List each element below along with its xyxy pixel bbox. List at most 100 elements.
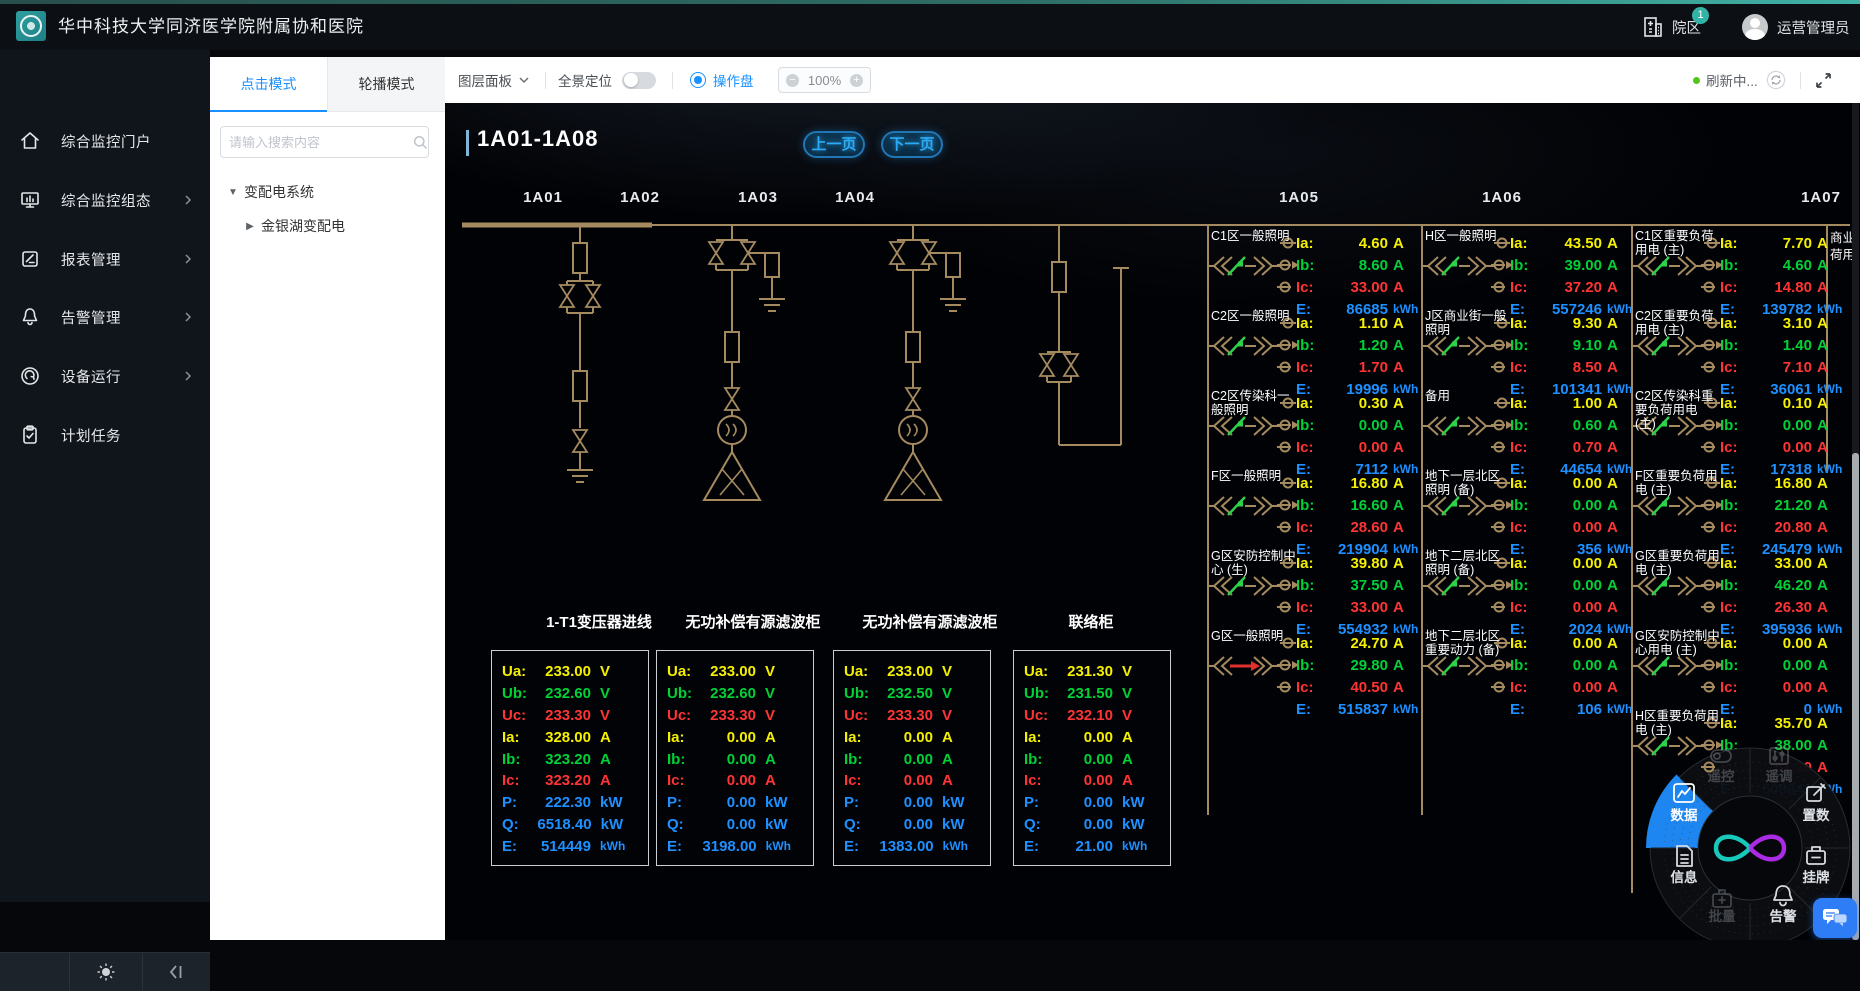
energy-reading: E:515837kWh — [1296, 698, 1420, 720]
phase-c-current: Ic:0.00A — [1720, 436, 1844, 458]
refresh-icon[interactable] — [1766, 70, 1786, 90]
feeder-row-1A06-1: H区一般照明 Ia:43.50A Ib:39.00A Ic:37.20A E:5… — [1422, 228, 1636, 308]
panorama-locate-control: 全景定位 — [558, 57, 656, 103]
next-page-button[interactable]: 下一页 — [881, 131, 943, 158]
chat-button[interactable] — [1813, 898, 1857, 938]
feeder-label: 地下二层北区重要动力 (备) — [1425, 629, 1511, 657]
fullscreen-button[interactable] — [1814, 57, 1833, 103]
prev-page-button[interactable]: 上一页 — [803, 131, 865, 158]
layer-panel-label: 图层面板 — [458, 70, 512, 90]
measurement-row: P:0.00kW — [1024, 792, 1160, 814]
measurement-row: Q:0.00kW — [667, 814, 803, 836]
caret-down-icon[interactable]: ▼ — [226, 187, 240, 198]
phase-a-current: Ia:16.80A — [1296, 472, 1420, 494]
sidebar-item-6[interactable]: 计划任务 — [0, 415, 210, 455]
feeder-readings: Ia:1.10A Ib:1.20A Ic:1.70A E:19996kWh — [1296, 312, 1420, 400]
sidebar-item-3[interactable]: 报表管理 — [0, 239, 210, 279]
measurement-row: Uc:232.10V — [1024, 705, 1160, 727]
operation-disc-control: 操作盘 — [690, 57, 754, 103]
scene-toolbar: 图层面板 全景定位 操作盘 − 100% + 刷新中... — [445, 57, 1860, 104]
cabinet-measurement-panel: Ua:233.00V Ub:232.60V Uc:233.30V Ia:328.… — [491, 650, 649, 866]
section-header-1A04: 1A04 — [835, 189, 875, 206]
measurement-row: Ic:323.20A — [502, 770, 638, 792]
phase-a-current: Ia:4.60A — [1296, 232, 1420, 254]
sidebar-item-2[interactable]: 综合监控组态 — [0, 180, 210, 220]
feeder-label: G区一般照明 — [1211, 629, 1297, 643]
chevron-right-icon — [182, 194, 194, 206]
feeder-readings: Ia:43.50A Ib:39.00A Ic:37.20A E:557246kW… — [1510, 232, 1634, 320]
phase-c-current: Ic:20.80A — [1720, 516, 1844, 538]
measurement-row: Ua:233.00V — [844, 661, 980, 683]
panorama-toggle[interactable] — [622, 72, 656, 89]
measurement-row: Ua:233.00V — [667, 661, 803, 683]
layer-panel-dropdown[interactable]: 图层面板 — [458, 57, 530, 103]
phase-c-current: Ic:0.00A — [1720, 676, 1844, 698]
sidebar-item-4[interactable]: 告警管理 — [0, 297, 210, 337]
measurement-row: Ua:233.00V — [502, 661, 638, 683]
sidebar-item-label: 设备运行 — [61, 366, 121, 387]
tree-node-label: 金银湖变配电 — [261, 216, 345, 236]
feeder-row-1A05-5: G区安防控制中心 (生) Ia:39.80A Ib:37.50A Ic:33.0… — [1208, 548, 1422, 628]
phase-b-current: Ib:1.20A — [1296, 334, 1420, 356]
feeder-label: J区商业街一般照明 — [1425, 309, 1511, 337]
phase-b-current: Ib:37.50A — [1296, 574, 1420, 596]
feeder-label: H区重要负荷用电 (主) — [1635, 709, 1721, 737]
phase-b-current: Ib:9.10A — [1510, 334, 1634, 356]
feeder-label: G区安防控制中心用电 (主) — [1635, 629, 1721, 657]
energy-reading: E:106kWh — [1510, 698, 1634, 720]
tab-carousel-mode[interactable]: 轮播模式 — [327, 57, 445, 112]
feeder-readings: Ia:3.10A Ib:1.40A Ic:7.10A E:36061kWh — [1720, 312, 1844, 400]
cabinet-measurement-panel: Ua:233.00V Ub:232.50V Uc:233.30V Ia:0.00… — [833, 650, 991, 866]
tree-node-2[interactable]: ▶ 金银湖变配电 — [210, 209, 445, 243]
measurement-row: Ic:0.00A — [667, 770, 803, 792]
panorama-label: 全景定位 — [558, 70, 612, 90]
feeder-row-1A07-6: G区安防控制中心用电 (主) Ia:0.00A Ib:0.00A Ic:0.00… — [1632, 628, 1846, 708]
measurement-row: Ib:0.00A — [1024, 748, 1160, 770]
feeder-row-1A07-2: C2区重要负荷用电 (主) Ia:3.10A Ib:1.40A Ic:7.10A… — [1632, 308, 1846, 388]
sidebar-item-1[interactable]: 综合监控门户 — [0, 121, 210, 161]
measurement-row: Ia:0.00A — [844, 726, 980, 748]
theme-toggle-button[interactable] — [70, 953, 142, 991]
app-title: 华中科技大学同济医学院附属协和医院 — [58, 4, 364, 50]
cabinet-measurement-panel: Ua:233.00V Ub:232.60V Uc:233.30V Ia:0.00… — [656, 650, 814, 866]
feeder-label: 地下二层北区照明 (备) — [1425, 549, 1511, 577]
phase-b-current: Ib:46.20A — [1720, 574, 1844, 596]
collapse-sidebar-button[interactable] — [143, 953, 210, 991]
phase-b-current: Ib:0.00A — [1510, 574, 1634, 596]
tree-node-1[interactable]: ▼ 变配电系统 — [210, 175, 445, 209]
cabinet-name: 1-T1变压器进线 — [546, 611, 652, 632]
tab-click-mode[interactable]: 点击模式 — [210, 57, 327, 112]
collapse-left-icon — [167, 964, 185, 980]
measurement-row: Q:0.00kW — [844, 814, 980, 836]
toolbar-divider — [672, 72, 673, 89]
measurement-row: Uc:233.30V — [667, 705, 803, 727]
search-input[interactable] — [221, 135, 413, 150]
feeder-readings: Ia:0.00A Ib:0.00A Ic:0.00A E:2024kWh — [1510, 552, 1634, 640]
zoom-out-button[interactable]: − — [786, 74, 799, 87]
measurement-row: E:1383.00kWh — [844, 835, 980, 857]
measurement-row: Ib:0.00A — [667, 748, 803, 770]
caret-right-icon[interactable]: ▶ — [243, 221, 257, 232]
operation-disc-radio[interactable] — [690, 72, 706, 88]
sidebar-item-label: 综合监控组态 — [61, 190, 151, 211]
phase-c-current: Ic:7.10A — [1720, 356, 1844, 378]
feeder-readings: Ia:0.00A Ib:0.00A Ic:0.00A E:356kWh — [1510, 472, 1634, 560]
radial-item-label: 置数 — [1803, 807, 1831, 823]
feeder-readings: Ia:0.00A Ib:0.00A Ic:0.00A E:106kWh — [1510, 632, 1634, 720]
phase-a-current: Ia:16.80A — [1720, 472, 1844, 494]
monitor-icon — [18, 188, 42, 212]
sidebar-item-5[interactable]: 设备运行 — [0, 356, 210, 396]
phase-a-current: Ia:0.00A — [1510, 472, 1634, 494]
phase-c-current: Ic:33.00A — [1296, 596, 1420, 618]
feeder-label: C2区传染科重要负荷用电 (主) — [1635, 389, 1721, 431]
phase-a-current: Ia:35.70A — [1720, 712, 1844, 734]
zoom-in-button[interactable]: + — [850, 74, 863, 87]
phase-c-current: Ic:8.50A — [1510, 356, 1634, 378]
sidebar-item-label: 告警管理 — [61, 307, 121, 328]
radial-item-label: 数据 — [1671, 807, 1699, 823]
feeder-label: C1区重要负荷用电 (主) — [1635, 229, 1721, 257]
app-logo — [16, 11, 46, 41]
user-menu[interactable]: 运营管理员 — [1742, 4, 1850, 50]
phase-a-current: Ia:0.00A — [1720, 632, 1844, 654]
phase-a-current: Ia:1.10A — [1296, 312, 1420, 334]
